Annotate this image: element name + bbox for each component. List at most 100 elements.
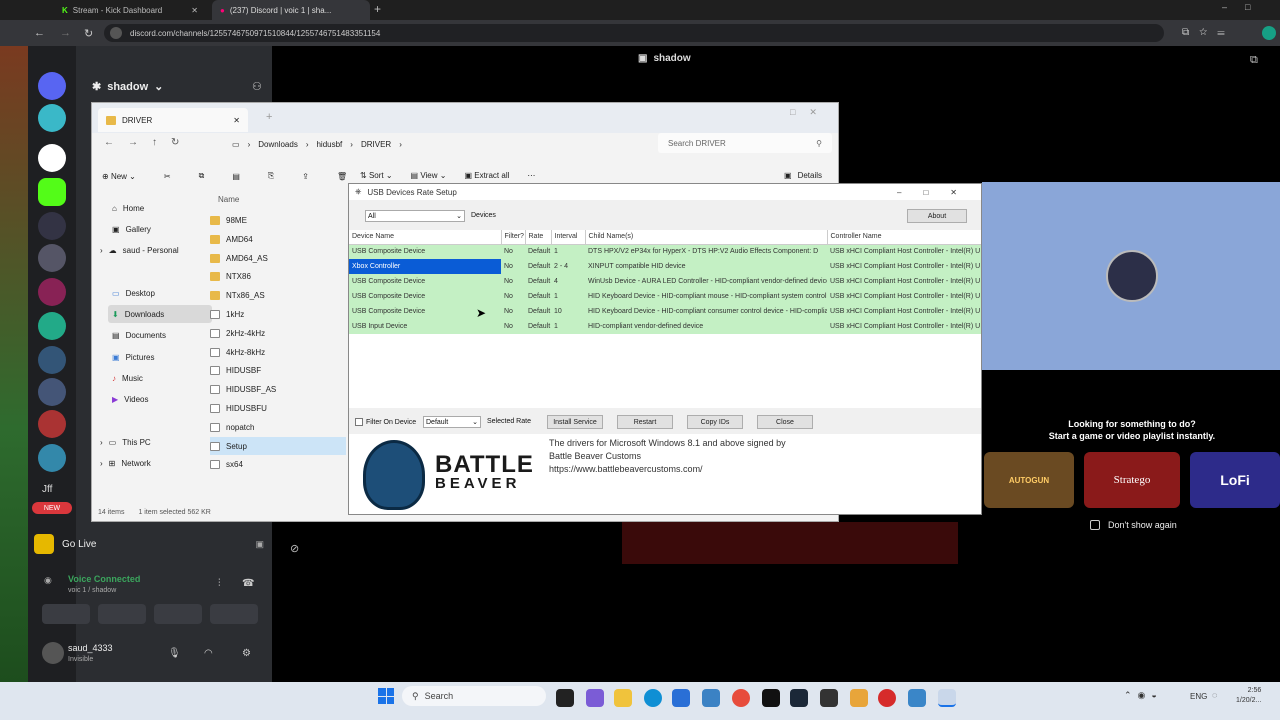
up-icon[interactable]: ↑ (152, 137, 157, 148)
window-controls[interactable]: –□✕ (897, 188, 981, 197)
more-icon[interactable]: ⋯ (527, 171, 535, 180)
copy-icon[interactable]: ⧉ (199, 171, 205, 181)
guild-icon[interactable] (38, 144, 66, 172)
forward-icon[interactable]: → (128, 137, 138, 148)
close-icon[interactable]: ✕ (191, 6, 198, 15)
forward-icon[interactable]: → (60, 27, 71, 39)
breadcrumb[interactable]: ▭ › Downloads › hidusbf › DRIVER › (232, 137, 646, 151)
list-item[interactable]: AMD64_AS (210, 249, 268, 267)
cut-icon[interactable]: ✂ (164, 172, 171, 181)
edge-icon[interactable] (644, 689, 662, 707)
voice-status[interactable]: Voice Connected (68, 574, 140, 584)
nav-pictures[interactable]: ▣ Pictures (112, 348, 154, 366)
list-item[interactable]: 2kHz-4kHz (210, 324, 265, 342)
steam-icon[interactable] (790, 689, 808, 707)
list-item-selected[interactable]: Setup (210, 437, 346, 455)
nav-this-pc[interactable]: › ▭ This PC (100, 433, 151, 451)
file-explorer-icon[interactable] (614, 689, 632, 707)
nav-desktop[interactable]: ▭ Desktop (112, 284, 155, 302)
nav-network[interactable]: › ⊞ Network (100, 454, 151, 472)
nav-videos[interactable]: ▶ Videos (112, 390, 148, 408)
window-controls[interactable]: –□ (1222, 2, 1268, 12)
guild-icon[interactable] (38, 278, 66, 306)
app-icon[interactable] (878, 689, 896, 707)
dont-show-option[interactable]: Don't show again (1090, 520, 1177, 530)
close-button[interactable]: Close (757, 415, 813, 429)
explorer-tab[interactable]: DRIVER ✕ (98, 108, 248, 132)
activity-card[interactable]: LoFi (1190, 452, 1280, 508)
paste-icon[interactable]: ▤ (232, 172, 240, 181)
nav-documents[interactable]: ▤ Documents (112, 326, 166, 344)
user-avatar[interactable] (42, 642, 64, 664)
extension-icons[interactable]: ⧉☆☰ (1182, 27, 1235, 38)
kick-guild-icon[interactable] (38, 178, 66, 206)
close-icon[interactable]: ✕ (233, 116, 240, 125)
copilot-icon[interactable] (586, 689, 604, 707)
sort-button[interactable]: ⇅ Sort ⌄ (360, 171, 393, 180)
column-header[interactable]: Child Name(s) (585, 230, 828, 245)
nav-gallery[interactable]: ▣ Gallery (112, 220, 151, 238)
guild-icon[interactable] (38, 378, 66, 406)
nav-music[interactable]: ♪ Music (112, 369, 143, 387)
app-icon[interactable] (762, 689, 780, 707)
explorer-nav-buttons[interactable]: ← → ↑ ↻ (104, 137, 179, 148)
column-header[interactable]: Interval (551, 230, 586, 245)
language-indicator[interactable]: ENG (1190, 692, 1207, 701)
copy-ids-button[interactable]: Copy IDs (687, 415, 743, 429)
new-tab-button[interactable]: + (374, 2, 381, 16)
app-icon[interactable] (908, 689, 926, 707)
guild-icon[interactable] (38, 312, 66, 340)
list-item[interactable]: 1kHz (210, 305, 244, 323)
share-icon[interactable]: ⇪ (302, 172, 309, 181)
screen-share-button[interactable] (98, 604, 146, 624)
list-item[interactable]: sx64 (210, 455, 243, 473)
settings-gear-icon[interactable]: ⚙ (242, 648, 251, 659)
app-icon[interactable] (850, 689, 868, 707)
breadcrumb-hidusbf[interactable]: hidusbf (316, 140, 342, 149)
browser-tab-kick[interactable]: K Stream - Kick Dashboard ✕ (54, 0, 206, 20)
column-header[interactable]: Filter? (501, 230, 526, 245)
taskbar-search[interactable]: ⚲ Search (402, 686, 546, 706)
search-box[interactable]: Search DRIVER ⚲ (658, 133, 832, 153)
new-tab-button[interactable]: + (266, 111, 272, 123)
clock[interactable]: 2:56 1/20/2... (1236, 686, 1261, 706)
list-item[interactable]: nopatch (210, 418, 254, 436)
go-live-bar[interactable]: Go Live ▣ (34, 530, 264, 558)
disconnect-icon[interactable]: ☎ (242, 578, 254, 589)
filter-on-device[interactable]: Filter On Device (355, 418, 416, 426)
camera-button[interactable] (42, 604, 90, 624)
start-button[interactable] (378, 688, 394, 704)
mail-icon[interactable] (702, 689, 720, 707)
nav-onedrive[interactable]: › ☁ saud - Personal (100, 241, 179, 259)
table-row[interactable]: USB Input Device No Default 1 HID-compliant … (349, 319, 981, 334)
browser-tab-discord[interactable]: ● (237) Discord | voic 1 | sha... (212, 0, 370, 20)
close-icon[interactable]: ▣ (255, 539, 264, 550)
list-item[interactable]: HIDUSBF (210, 361, 261, 379)
breadcrumb-driver[interactable]: DRIVER (361, 140, 391, 149)
guild-icon[interactable] (38, 244, 66, 272)
breadcrumb-downloads[interactable]: Downloads (258, 140, 298, 149)
new-button[interactable]: ⊕ New ⌄ (102, 172, 136, 181)
activity-button[interactable] (154, 604, 202, 624)
nav-home[interactable]: ⌂ Home (112, 199, 144, 217)
info-link[interactable]: https://www.battlebeavercustoms.com/ (549, 463, 786, 476)
extract-all-button[interactable]: ▣ Extract all (464, 171, 509, 180)
checkbox[interactable] (1090, 520, 1100, 530)
install-service-button[interactable]: Install Service (547, 415, 603, 429)
usb-setup-task-icon[interactable] (938, 689, 956, 707)
list-item[interactable]: NTX86 (210, 267, 251, 285)
view-button[interactable]: ▤ View ⌄ (411, 171, 447, 180)
guild-icon[interactable] (38, 346, 66, 374)
discord-home-icon[interactable] (38, 72, 66, 100)
guild-label-jff[interactable]: Jff (42, 484, 52, 495)
task-view-icon[interactable] (556, 689, 574, 707)
site-info-icon[interactable] (110, 27, 122, 39)
reload-icon[interactable]: ↻ (84, 27, 93, 40)
table-row[interactable]: USB Composite Device No Default 1 DTS HPX/V2… (349, 244, 981, 259)
list-item[interactable]: 98ME (210, 211, 247, 229)
column-header[interactable]: Rate (525, 230, 552, 245)
url-input[interactable]: discord.com/channels/1255746750971510844… (104, 24, 1164, 42)
column-header[interactable]: Device Name (349, 230, 502, 245)
activity-card[interactable]: AUTOGUN (984, 452, 1074, 508)
add-member-icon[interactable]: ⚇ (252, 80, 262, 93)
